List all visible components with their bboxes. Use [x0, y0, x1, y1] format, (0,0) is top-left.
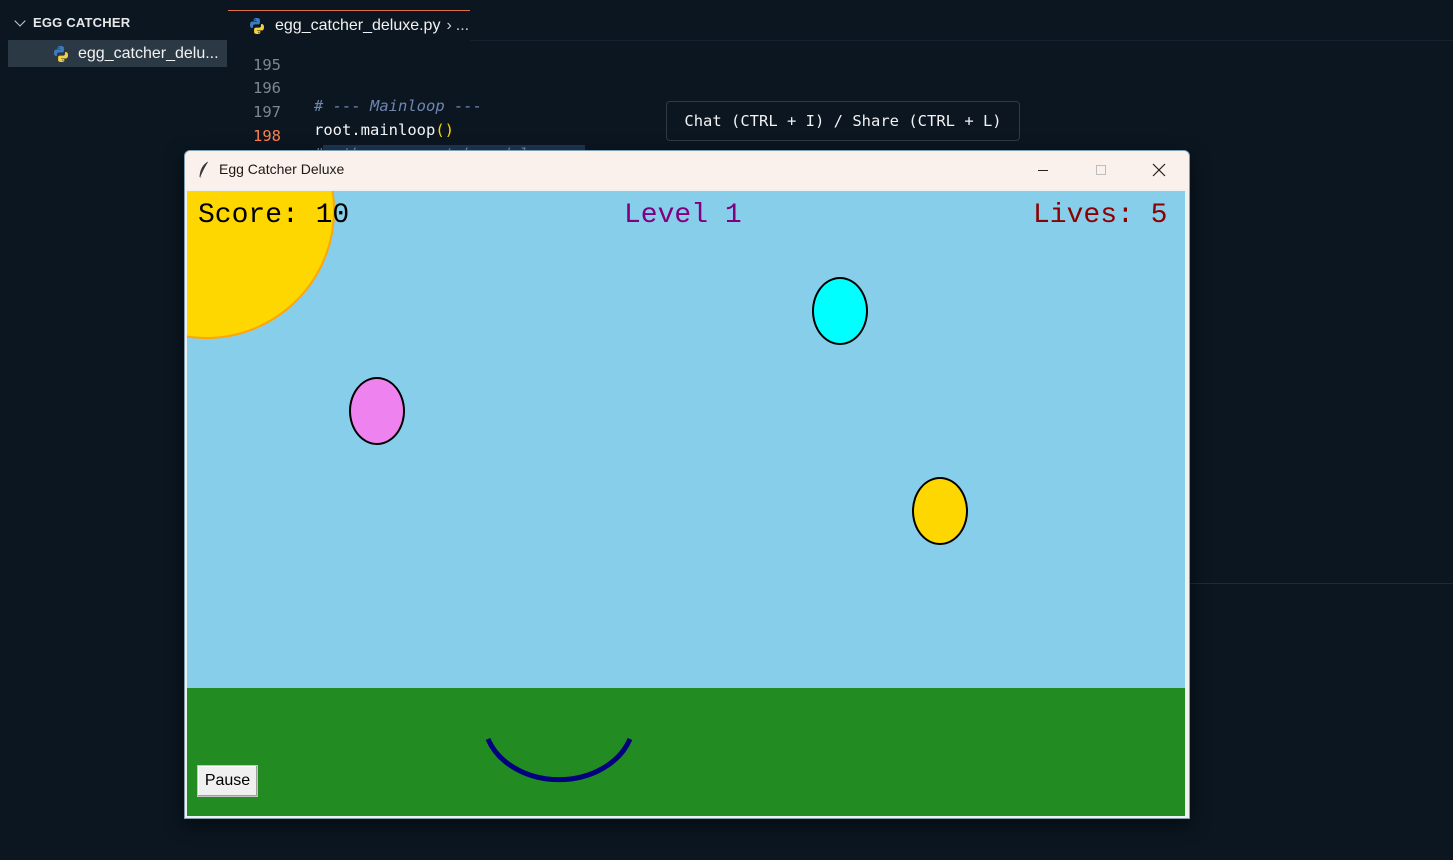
- panel-divider: [1188, 583, 1453, 584]
- code-parens: (): [435, 121, 454, 139]
- python-file-icon: [248, 17, 266, 35]
- tab-title: egg_catcher_deluxe.py: [275, 17, 441, 34]
- breadcrumb-chevron-icon: ›: [446, 17, 452, 34]
- game-window: Egg Catcher Deluxe Score: 10 Level 1 Liv…: [184, 150, 1190, 819]
- chat-share-hint: Chat (CTRL + I) / Share (CTRL + L): [666, 101, 1020, 141]
- chevron-down-icon: [14, 14, 26, 27]
- code-line: 196 # --- Mainloop ---: [228, 61, 482, 115]
- line-number-active: 198: [253, 127, 281, 145]
- score-text: Score: 10: [198, 200, 350, 231]
- breadcrumb-more[interactable]: ...: [456, 17, 469, 35]
- close-icon: [1152, 163, 1166, 177]
- code-line: 197 root.mainloop(): [228, 85, 454, 139]
- code-line: 195: [228, 38, 281, 74]
- explorer-folder-header[interactable]: EGG CATCHER: [14, 14, 131, 30]
- cyan-egg: [812, 277, 868, 345]
- folder-name: EGG CATCHER: [33, 15, 131, 30]
- editor-tab-bar: egg_catcher_deluxe.py › ...: [228, 0, 1453, 41]
- explorer-file-item[interactable]: egg_catcher_delu...: [8, 40, 227, 67]
- code-text: root.mainloop(): [314, 121, 454, 139]
- editor-tab[interactable]: egg_catcher_deluxe.py › ...: [228, 10, 470, 41]
- maximize-icon: [1096, 165, 1106, 175]
- window-titlebar[interactable]: Egg Catcher Deluxe: [185, 151, 1189, 189]
- yellow-egg: [912, 477, 968, 545]
- game-canvas[interactable]: Score: 10 Level 1 Lives: 5 Pause: [187, 191, 1185, 816]
- explorer-file-label: egg_catcher_delu...: [78, 44, 219, 62]
- level-text: Level 1: [624, 200, 742, 231]
- minimize-button[interactable]: [1015, 151, 1071, 189]
- feather-icon: [197, 160, 211, 180]
- lives-text: Lives: 5: [1033, 200, 1168, 231]
- basket: [485, 738, 633, 783]
- pink-egg: [349, 377, 405, 445]
- code-comment: # --- Mainloop ---: [314, 97, 482, 115]
- code-call: root.mainloop: [314, 121, 436, 139]
- maximize-button[interactable]: [1073, 151, 1129, 189]
- python-file-icon: [52, 45, 70, 63]
- pause-button[interactable]: Pause: [197, 765, 258, 797]
- window-title: Egg Catcher Deluxe: [219, 161, 345, 177]
- close-button[interactable]: [1131, 151, 1187, 189]
- code-line-active: 198 #python egg_catcher_deluxe.py: [228, 109, 585, 163]
- grass-ground: [187, 688, 1185, 816]
- minimize-icon: [1038, 170, 1048, 171]
